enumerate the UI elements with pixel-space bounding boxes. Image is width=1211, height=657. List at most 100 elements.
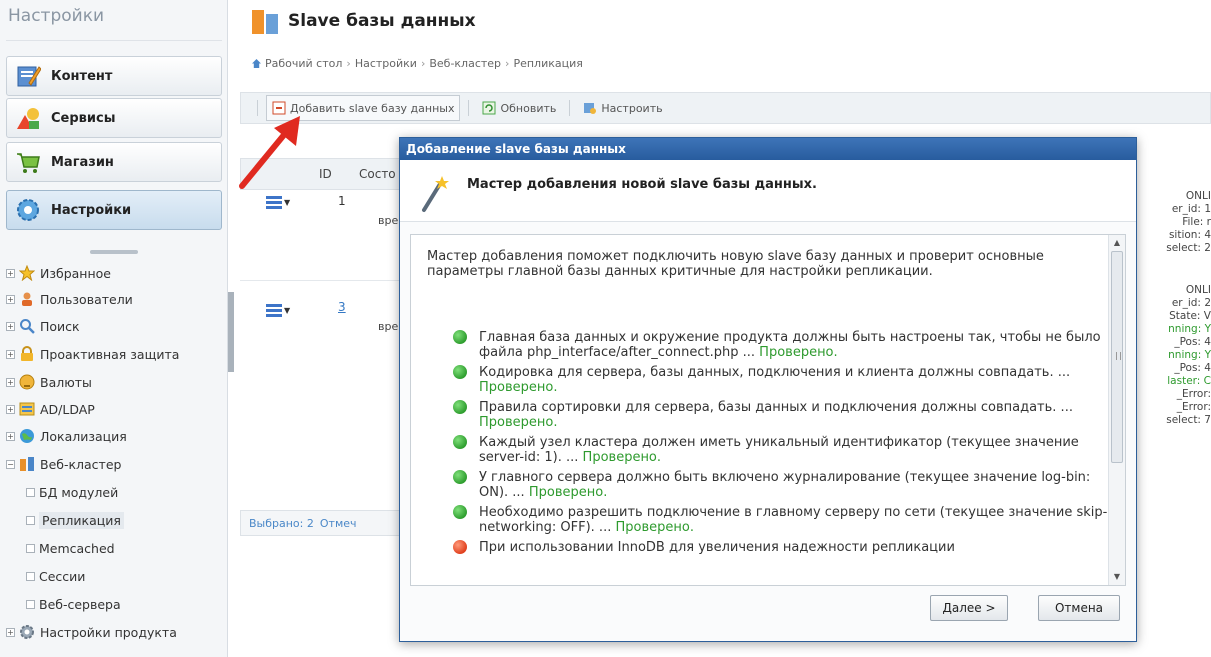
page-title: Slave базы данных	[250, 6, 476, 36]
column-id[interactable]: ID	[319, 167, 332, 181]
status-ok-icon	[453, 365, 467, 379]
expand-icon[interactable]: +	[6, 431, 15, 441]
status-ok-icon	[453, 505, 467, 519]
dialog-title[interactable]: Добавление slave базы данных	[400, 138, 1136, 160]
tree-item-search[interactable]: + Поиск	[6, 316, 80, 336]
page-icon	[26, 571, 35, 581]
users-icon	[22, 292, 32, 306]
page-icon	[26, 599, 35, 609]
tree-item-ldap[interactable]: + AD/LDAP	[6, 399, 95, 419]
scroll-down-icon[interactable]: ▼	[1109, 569, 1125, 585]
menu-icon	[266, 196, 282, 210]
replication-status-column: ONLI er_id: 1 File: r sition: 4 select: …	[1166, 190, 1211, 426]
resize-grip[interactable]	[90, 250, 138, 254]
expand-icon[interactable]: +	[6, 349, 15, 359]
sidebar-button-content[interactable]: Контент	[6, 56, 222, 96]
dialog-content: Мастер добавления поможет подключить нов…	[410, 234, 1126, 586]
configure-icon	[584, 103, 597, 114]
wizard-wand-icon	[422, 176, 449, 212]
sidebar-button-label: Магазин	[51, 154, 114, 170]
sidebar-button-settings[interactable]: Настройки	[6, 190, 222, 230]
column-state[interactable]: Состо	[359, 167, 396, 181]
page-icon	[26, 487, 35, 497]
refresh-button[interactable]: Обновить	[477, 95, 561, 121]
check-item: Правила сортировки для сервера, базы дан…	[451, 400, 1111, 430]
chevron-down-icon: ▼	[284, 198, 291, 207]
check-item: При использовании InnoDB для увеличения …	[451, 540, 1111, 555]
row-time: вре	[378, 214, 399, 227]
sidebar: Настройки Контент Сервисы Магазин Настро…	[0, 0, 228, 657]
shop-icon	[17, 153, 40, 173]
scroll-up-icon[interactable]: ▲	[1109, 235, 1125, 251]
tree-item-favorites[interactable]: + Избранное	[6, 263, 111, 283]
breadcrumb-item[interactable]: Рабочий стол	[265, 57, 342, 70]
expand-icon[interactable]: +	[6, 268, 15, 278]
breadcrumb-item[interactable]: Веб-кластер	[429, 57, 501, 70]
scroll-thumb[interactable]	[1111, 251, 1123, 463]
cluster-icon	[20, 457, 34, 471]
tree-item-currency[interactable]: + Валюты	[6, 372, 92, 392]
row-actions-menu[interactable]: ▼	[266, 304, 290, 318]
check-item: Кодировка для сервера, базы данных, подк…	[451, 365, 1111, 395]
expand-icon[interactable]: +	[6, 294, 15, 304]
tree-item-replication[interactable]: Репликация	[26, 510, 124, 530]
gear-icon	[20, 625, 34, 639]
home-icon	[252, 59, 261, 68]
sidebar-splitter[interactable]	[228, 292, 234, 372]
menu-icon	[266, 304, 282, 318]
row-time: вре	[378, 320, 399, 333]
breadcrumb-item[interactable]: Репликация	[513, 57, 582, 70]
expand-icon[interactable]: +	[6, 377, 15, 387]
configure-button[interactable]: Настроить	[578, 95, 667, 121]
check-list: Главная база данных и окружение продукта…	[451, 330, 1111, 560]
tree-item-webservers[interactable]: Веб-сервера	[26, 594, 121, 614]
services-icon	[17, 108, 39, 129]
content-icon	[17, 66, 41, 87]
status-ok-icon	[453, 330, 467, 344]
ldap-icon	[19, 402, 35, 416]
expand-icon[interactable]: +	[6, 404, 15, 414]
scrollbar[interactable]: ▲ ▼	[1108, 235, 1125, 585]
status-warning-icon	[453, 540, 467, 554]
expand-icon[interactable]: +	[6, 321, 15, 331]
sidebar-button-label: Контент	[51, 68, 113, 84]
database-icon	[252, 10, 278, 34]
check-item: Каждый узел кластера должен иметь уникал…	[451, 435, 1111, 465]
row-id-link[interactable]: 3	[338, 300, 346, 314]
tree-item-product-settings[interactable]: + Настройки продукта	[6, 622, 177, 642]
add-slave-dialog: Добавление slave базы данных Мастер доба…	[399, 137, 1137, 642]
row-id: 1	[338, 194, 346, 208]
dialog-heading: Мастер добавления новой slave базы данны…	[467, 177, 817, 192]
dialog-intro-text: Мастер добавления поможет подключить нов…	[427, 249, 1044, 279]
page-icon	[26, 515, 35, 525]
currency-icon	[19, 374, 35, 390]
breadcrumb-item[interactable]: Настройки	[355, 57, 417, 70]
tree-item-memcached[interactable]: Memcached	[26, 538, 115, 558]
selected-count: Выбрано: 2	[249, 516, 314, 530]
lock-icon	[21, 346, 33, 361]
collapse-icon[interactable]: −	[6, 459, 15, 469]
star-icon	[19, 265, 35, 281]
next-button[interactable]: Далее >	[930, 595, 1008, 621]
mark-link[interactable]: Отмеч	[320, 517, 357, 530]
tree-item-proactive[interactable]: + Проактивная защита	[6, 344, 179, 364]
divider	[6, 40, 222, 41]
tree-item-db-modules[interactable]: БД модулей	[26, 482, 118, 502]
refresh-icon	[482, 101, 496, 115]
cancel-button[interactable]: Отмена	[1038, 595, 1120, 621]
check-item: У главного сервера должно быть включено …	[451, 470, 1111, 500]
grid-footer: Выбрано: 2 Отмеч	[240, 510, 400, 536]
tree-item-sessions[interactable]: Сессии	[26, 566, 85, 586]
tree-item-webcluster[interactable]: − Веб-кластер	[6, 454, 121, 474]
row-actions-menu[interactable]: ▼	[266, 196, 291, 210]
page-icon	[26, 543, 35, 553]
expand-icon[interactable]: +	[6, 627, 15, 637]
globe-icon	[20, 429, 34, 443]
sidebar-title: Настройки	[8, 6, 105, 26]
tree-item-users[interactable]: + Пользователи	[6, 289, 133, 309]
settings-icon	[17, 199, 39, 221]
search-icon	[20, 319, 35, 334]
sidebar-button-services[interactable]: Сервисы	[6, 98, 222, 138]
sidebar-button-shop[interactable]: Магазин	[6, 142, 222, 182]
tree-item-localization[interactable]: + Локализация	[6, 426, 127, 446]
